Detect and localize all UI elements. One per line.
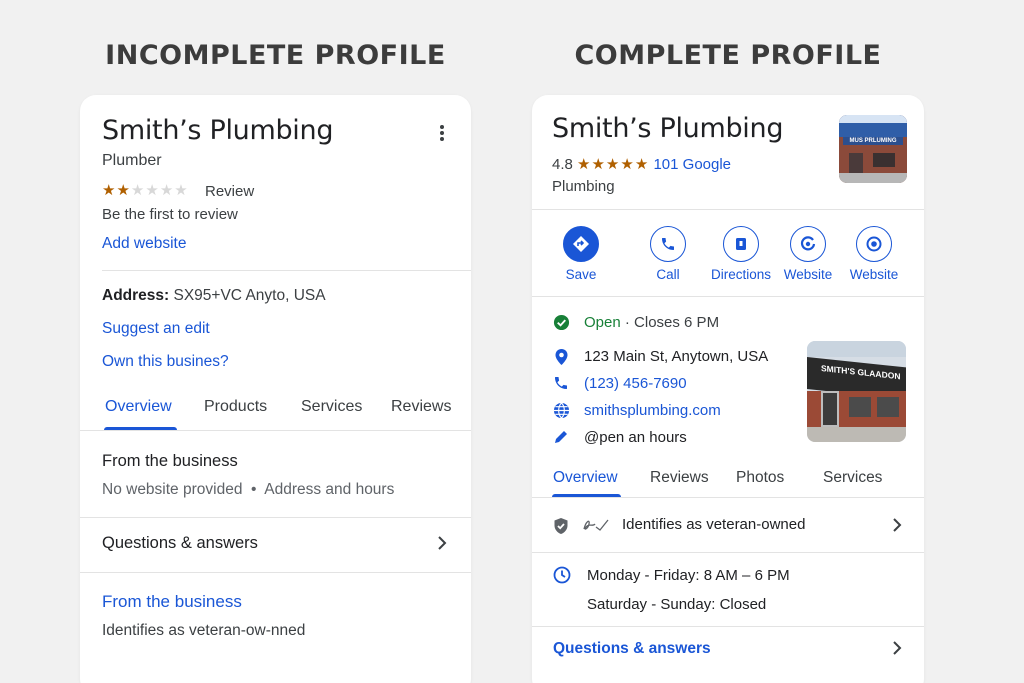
divider <box>532 497 924 498</box>
target-icon <box>866 236 882 252</box>
chevron-right-icon <box>436 535 448 556</box>
veteran-text: Identifies as veteran-ow-nned <box>102 622 306 639</box>
incomplete-profile-card: Smith’s Plumbing Plumber ★★★★★★ Review B… <box>80 95 471 683</box>
business-name: Smith’s Plumbing <box>102 115 334 146</box>
closing-time: · Closes 6 PM <box>620 314 720 331</box>
save-button[interactable] <box>563 226 599 262</box>
review-source[interactable]: Google <box>683 156 731 173</box>
globe-icon <box>553 402 570 424</box>
website-label-secondary: Website <box>849 267 899 282</box>
address-label: Address: <box>102 287 170 304</box>
check-circle-icon <box>553 314 570 336</box>
business-category: Plumber <box>102 152 162 169</box>
review-label: Review <box>205 183 255 200</box>
questions-answers-link[interactable]: Questions & answers <box>553 640 711 658</box>
complete-profile-heading: COMPLETE PROFILE <box>574 40 882 71</box>
pencil-icon <box>553 429 569 450</box>
questions-answers-label: Questions & answers <box>102 534 258 552</box>
add-website-link[interactable]: Add website <box>102 235 186 253</box>
business-category: Plumbing <box>552 178 615 195</box>
veteran-text: Identifies as veteran-owned <box>622 516 806 533</box>
directions-diamond-icon <box>573 236 589 252</box>
storefront-photo[interactable]: SMITH'S GLAADON <box>807 341 906 442</box>
star-empty-icon: ★ <box>145 182 160 199</box>
website-icon <box>800 236 816 251</box>
chevron-right-icon[interactable] <box>891 517 903 538</box>
tab-photos[interactable]: Photos <box>736 469 784 487</box>
five-stars-icon: ★★★★★ <box>577 156 650 173</box>
divider <box>80 572 471 573</box>
divider <box>532 296 924 297</box>
tab-services[interactable]: Services <box>823 469 882 487</box>
directions-button[interactable] <box>723 226 759 262</box>
thumbnail-sign: MUS PRLUMING <box>843 137 903 145</box>
star-empty-icon: ★ <box>130 182 146 199</box>
website-link[interactable]: smithsplumbing.com <box>584 402 721 419</box>
questions-answers-row[interactable]: Questions & answers <box>102 534 452 553</box>
chevron-right-icon[interactable] <box>891 640 903 661</box>
divider <box>532 552 924 553</box>
review-count[interactable]: 101 <box>653 156 678 173</box>
divider <box>532 209 924 210</box>
rating-stars: ★★★★★★ <box>102 181 189 200</box>
phone-icon <box>662 238 674 250</box>
divider <box>102 270 471 271</box>
suggest-edit-link[interactable]: Suggest an edit <box>102 320 210 338</box>
from-business-title: From the business <box>102 452 238 470</box>
divider <box>80 430 471 431</box>
tab-products[interactable]: Products <box>204 398 267 416</box>
own-business-link[interactable]: Own this busines? <box>102 353 229 371</box>
open-label: Open <box>584 314 621 331</box>
address-text[interactable]: 123 Main St, Anytown, USA <box>584 348 768 365</box>
rating-row: 4.8 ★★★★★ 101 Google <box>552 155 731 173</box>
more-options-icon[interactable] <box>432 123 452 145</box>
website-button[interactable] <box>790 226 826 262</box>
star-empty-icon: ★ <box>174 182 189 199</box>
hours-weekend: Saturday - Sunday: Closed <box>587 596 767 613</box>
business-name: Smith’s Plumbing <box>552 113 784 144</box>
website-button-secondary[interactable] <box>856 226 892 262</box>
save-label: Save <box>565 267 597 282</box>
tab-reviews[interactable]: Reviews <box>391 398 451 416</box>
star-empty-icon: ★ <box>159 182 175 199</box>
address-value: SX95+VC Anyto, USA <box>169 287 326 304</box>
tab-reviews[interactable]: Reviews <box>650 469 709 487</box>
divider <box>532 626 924 627</box>
verified-shield-icon <box>553 517 569 540</box>
complete-profile-card: Smith’s Plumbing 4.8 ★★★★★ 101 Google Pl… <box>532 95 924 683</box>
divider <box>80 517 471 518</box>
hours-weekday: Monday - Friday: 8 AM – 6 PM <box>587 567 790 584</box>
hours-note[interactable]: @pen an hours <box>584 429 687 446</box>
from-business-heading: From the business <box>102 592 242 611</box>
tab-services[interactable]: Services <box>301 398 362 416</box>
call-button[interactable] <box>650 226 686 262</box>
storefront-thumbnail[interactable]: MUS PRLUMING <box>839 115 907 183</box>
from-business-text: No website provided • Address and hours <box>102 481 395 498</box>
location-pin-icon <box>554 348 569 371</box>
phone-icon <box>553 375 569 396</box>
star-icon: ★ <box>102 182 117 199</box>
clock-icon <box>553 566 571 589</box>
phone-number-link[interactable]: (123) 456-7690 <box>584 375 687 392</box>
rating-value: 4.8 <box>552 156 573 173</box>
open-status: Open · Closes 6 PM <box>584 314 719 331</box>
tab-overview[interactable]: Overview <box>105 398 172 416</box>
incomplete-profile-heading: INCOMPLETE PROFILE <box>105 40 446 71</box>
address-row: Address: SX95+VC Anyto, USA <box>102 287 326 305</box>
first-review-text: Be the first to review <box>102 206 238 223</box>
signature-check-icon <box>580 515 610 540</box>
badge-icon <box>736 238 746 250</box>
call-label: Call <box>656 267 680 282</box>
tab-overview[interactable]: Overview <box>553 469 618 487</box>
star-icon: ★ <box>116 182 131 199</box>
